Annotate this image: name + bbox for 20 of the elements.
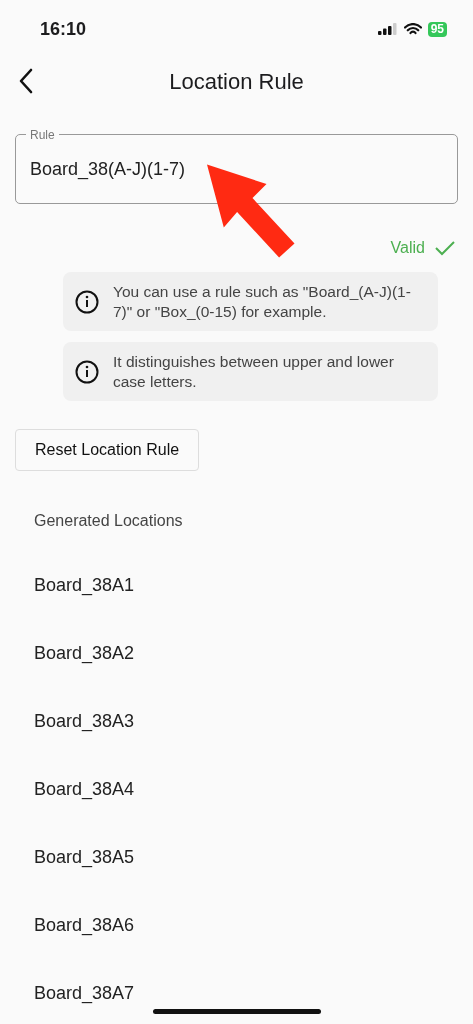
signal-icon (377, 23, 398, 35)
location-item[interactable]: Board_38A7 (0, 959, 473, 1024)
reset-button[interactable]: Reset Location Rule (15, 429, 200, 471)
location-item[interactable]: Board_38A6 (0, 891, 473, 959)
info-icon (75, 289, 99, 314)
info-text: It distinguishes between upper and lower case letters. (113, 351, 395, 392)
page-title: Location Rule (169, 67, 304, 96)
battery-indicator: 95 (427, 21, 447, 37)
location-item[interactable]: Board_38A2 (0, 619, 473, 687)
location-item[interactable]: Board_38A3 (0, 687, 473, 755)
location-item[interactable]: Board_38A5 (0, 823, 473, 891)
location-item[interactable]: Board_38A4 (0, 755, 473, 823)
info-icon (75, 359, 99, 384)
back-icon[interactable] (18, 68, 34, 94)
info-text: You can use a rule such as "Board_(A-J)(1-7)" or "Box_(0-15) for example. (113, 281, 412, 322)
section-heading: Generated Locations (34, 512, 183, 529)
location-item[interactable]: Board_38A1 (0, 551, 473, 619)
validation-text: Valid (390, 238, 425, 258)
wifi-icon (403, 22, 422, 36)
status-time: 16:10 (40, 17, 87, 41)
